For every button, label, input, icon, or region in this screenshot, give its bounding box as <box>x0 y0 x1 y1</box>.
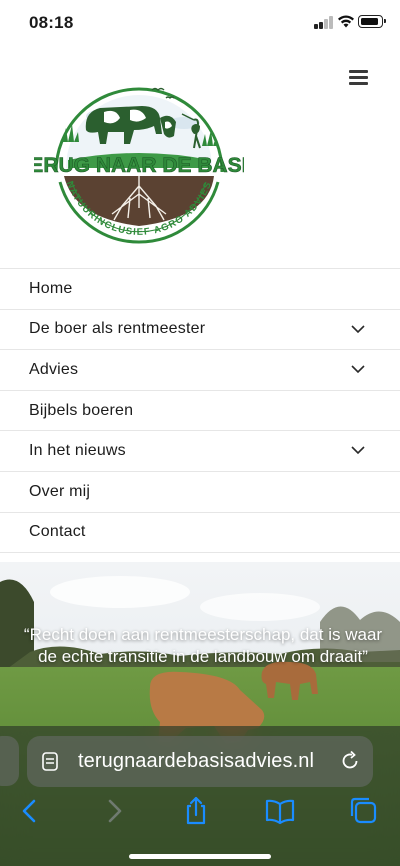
tabs-icon[interactable] <box>348 796 380 826</box>
wifi-icon <box>338 15 354 28</box>
menu-item-de-boer-als-rentmeester[interactable]: De boer als rentmeester <box>0 310 400 351</box>
logo-title: TERUG NAAR DE BASIS <box>34 154 244 177</box>
back-icon[interactable] <box>14 796 46 826</box>
browser-bottom-bar: terugnaardebasisadvies.nl <box>0 726 400 866</box>
menu-item-home[interactable]: Home <box>0 269 400 310</box>
battery-icon <box>358 15 386 28</box>
chevron-down-icon[interactable] <box>351 364 365 374</box>
status-time: 08:18 <box>29 13 74 32</box>
site-header: TERUG NAAR DE BASIS NATUURINCLUSIEF AGRO… <box>0 48 400 268</box>
forward-icon[interactable] <box>98 796 130 826</box>
cellular-signal-icon <box>314 16 334 29</box>
status-bar: 08:18 <box>0 0 400 48</box>
menu-item-label: Advies <box>29 360 79 378</box>
address-bar[interactable]: terugnaardebasisadvies.nl <box>27 736 373 787</box>
home-indicator[interactable] <box>129 854 271 859</box>
hero-quote: “Recht doen aan rentmeesterschap, dat is… <box>23 625 383 666</box>
page-menu-icon[interactable] <box>41 751 61 773</box>
chevron-down-icon[interactable] <box>351 324 365 334</box>
url-text[interactable]: terugnaardebasisadvies.nl <box>78 750 314 773</box>
menu-item-in-het-nieuws[interactable]: In het nieuws <box>0 431 400 472</box>
share-icon[interactable] <box>180 796 212 826</box>
site-logo[interactable]: TERUG NAAR DE BASIS NATUURINCLUSIEF AGRO… <box>34 68 244 246</box>
main-navigation: Home De boer als rentmeester Advies Bijb… <box>0 268 400 554</box>
chevron-down-icon[interactable] <box>351 445 365 455</box>
previous-tab-peek[interactable] <box>0 736 19 786</box>
bookmarks-icon[interactable] <box>264 796 296 826</box>
menu-item-label: Over mij <box>29 482 91 500</box>
menu-item-contact[interactable]: Contact <box>0 513 400 554</box>
menu-item-label: In het nieuws <box>29 442 126 460</box>
menu-item-over-mij[interactable]: Over mij <box>0 472 400 513</box>
reload-icon[interactable] <box>339 750 361 772</box>
menu-item-label: De boer als rentmeester <box>29 320 206 338</box>
menu-item-label: Home <box>29 279 73 297</box>
menu-item-label: Bijbels boeren <box>29 401 134 419</box>
hamburger-menu-icon[interactable] <box>349 70 369 86</box>
menu-item-bijbels-boeren[interactable]: Bijbels boeren <box>0 391 400 432</box>
menu-item-advies[interactable]: Advies <box>0 350 400 391</box>
menu-item-label: Contact <box>29 523 86 541</box>
